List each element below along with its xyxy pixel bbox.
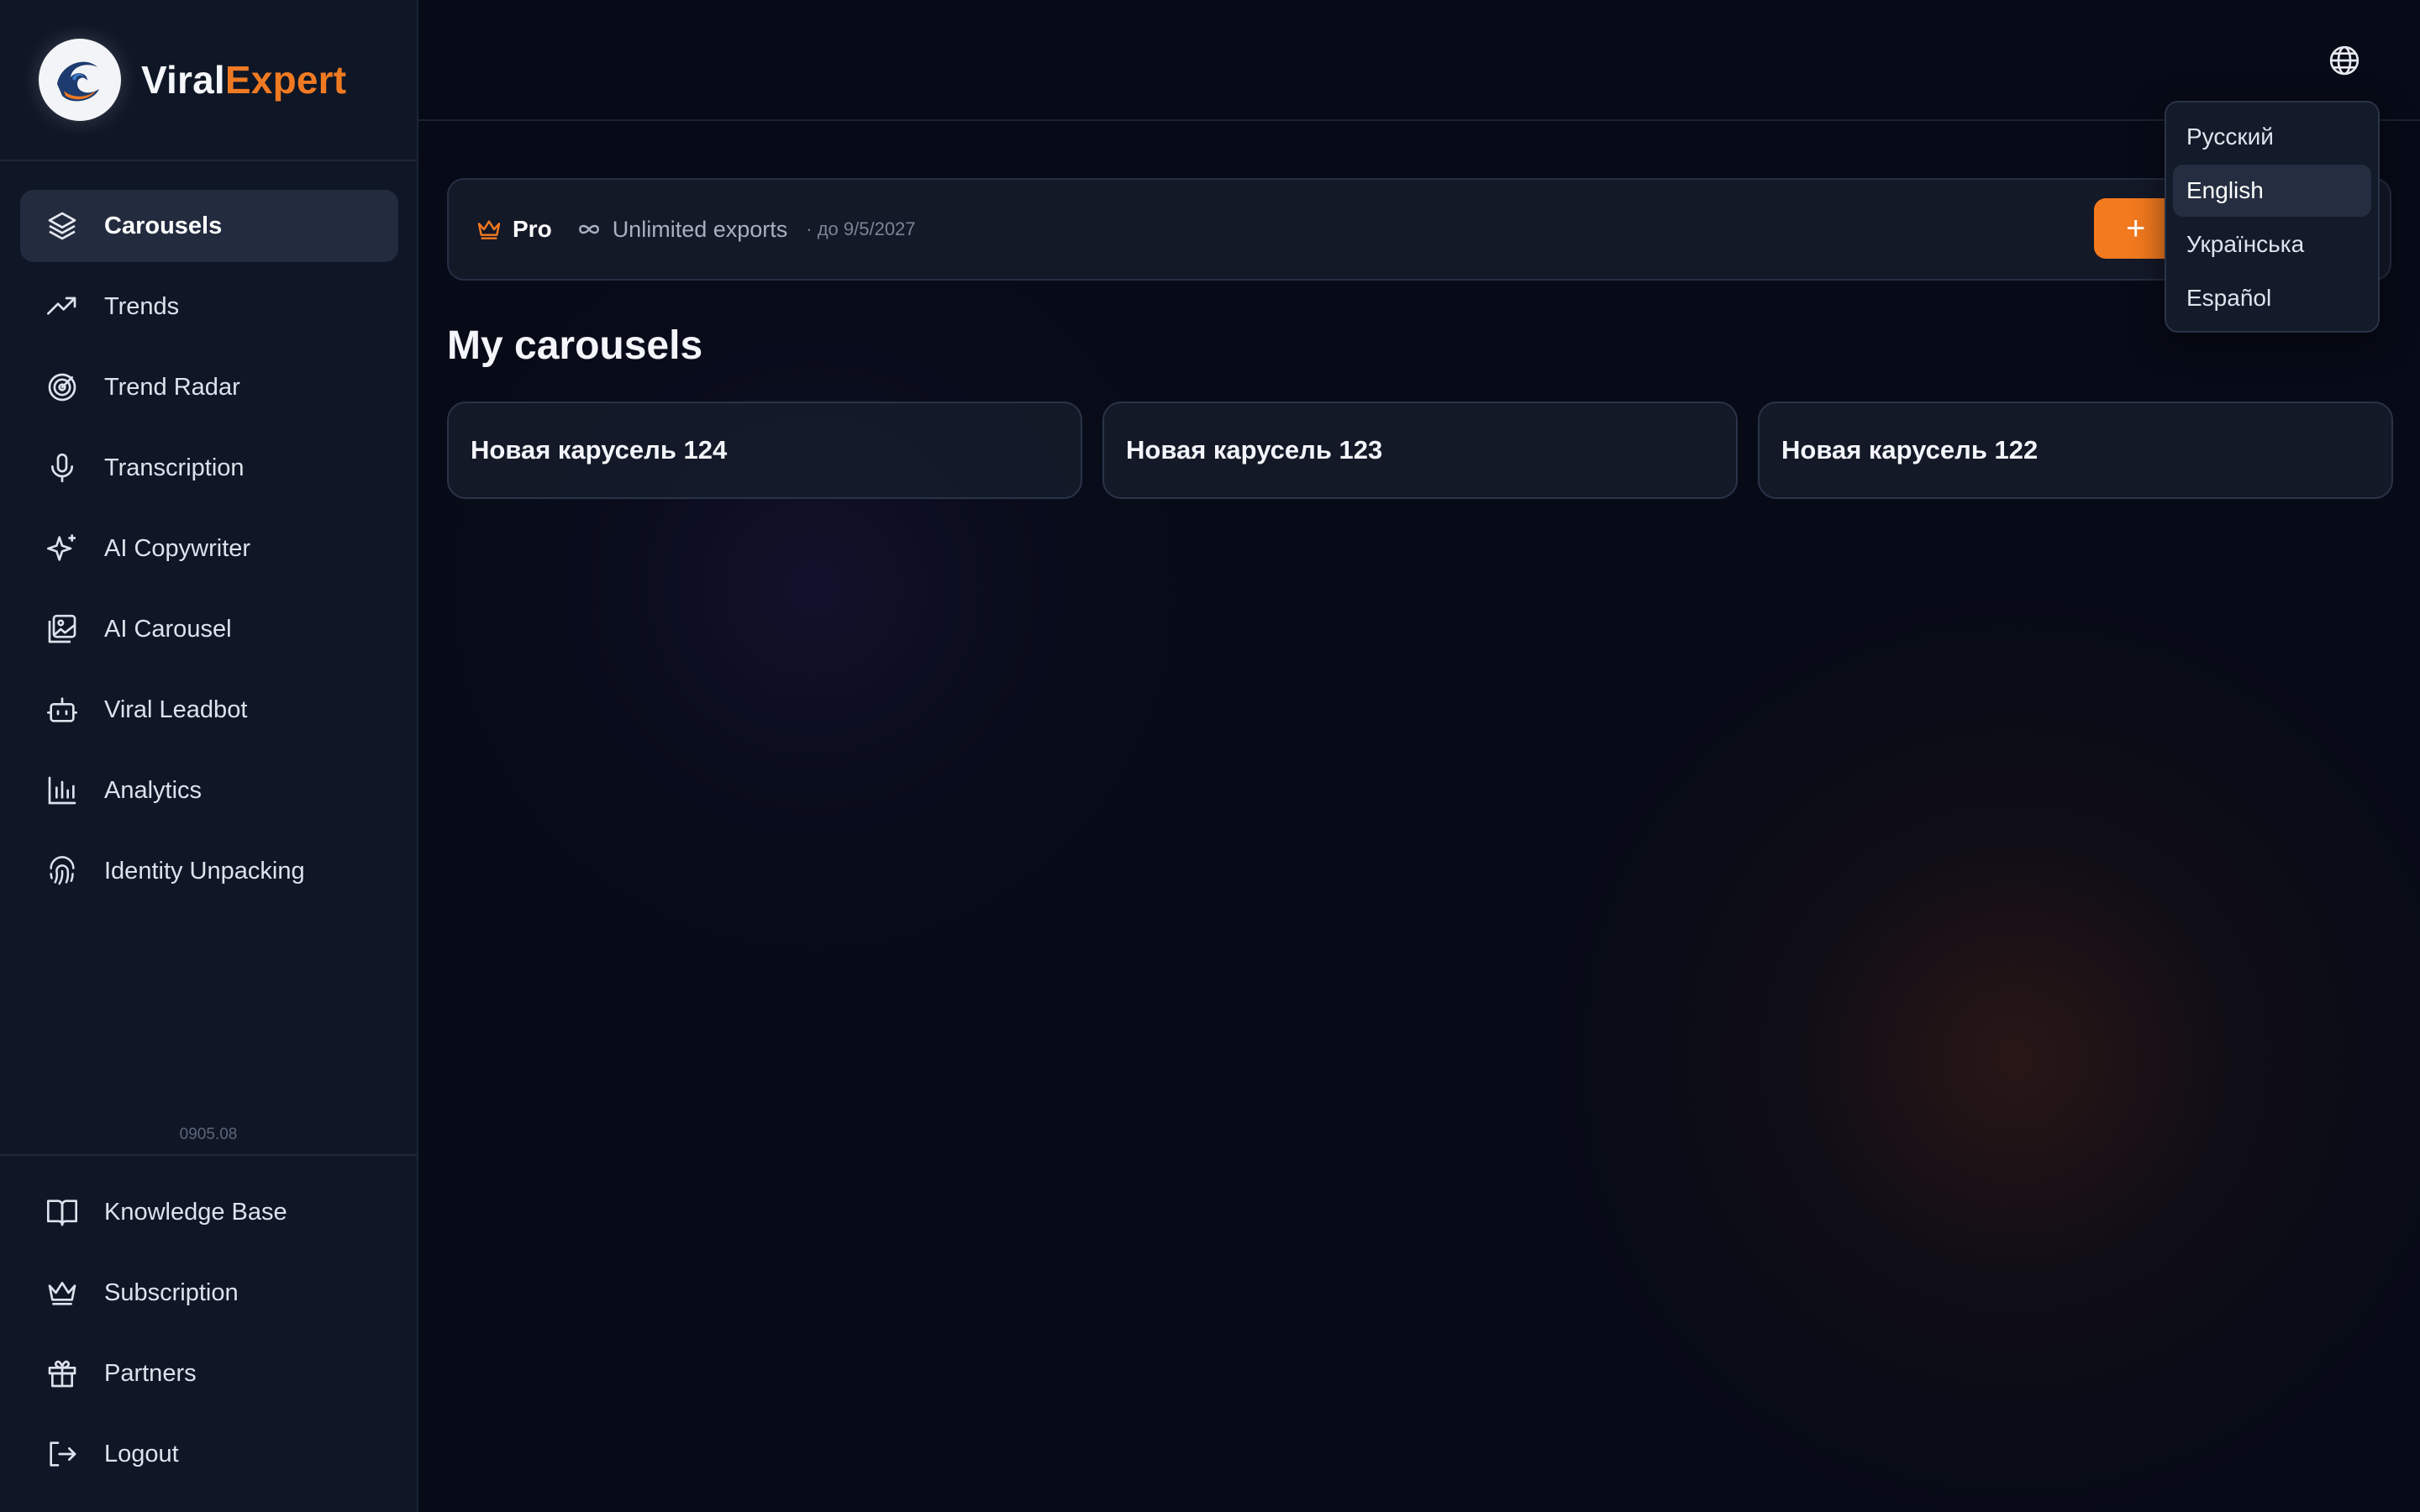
- logo: [39, 39, 121, 121]
- sidebar-item-label: Partners: [104, 1359, 197, 1387]
- sidebar-item-label: Identity Unpacking: [104, 857, 305, 885]
- sidebar: ViralExpert Carousels Trends Trend Radar…: [0, 0, 418, 1512]
- fingerprint-icon: [50, 856, 75, 885]
- logout-icon: [50, 1441, 76, 1467]
- divider: [0, 1154, 417, 1156]
- bar-chart-icon: [48, 776, 76, 805]
- plan-expiry: · до 9/5/2027: [806, 218, 916, 239]
- sparkles-icon: [47, 534, 76, 561]
- brand-name-part2: Expert: [224, 58, 347, 102]
- plan-feature: Unlimited exports: [612, 216, 788, 242]
- gift-icon: [48, 1360, 76, 1388]
- carousel-card-title: Новая карусель 122: [1781, 435, 2039, 465]
- sidebar-item-label: Carousels: [104, 212, 223, 239]
- sidebar-bottom-nav: Knowledge Base Subscription Partners Log…: [20, 1176, 398, 1499]
- sidebar-item-label: Subscription: [104, 1278, 239, 1306]
- sidebar-item-viral-leadbot[interactable]: Viral Leadbot: [20, 674, 398, 746]
- language-option-russian[interactable]: Русский: [2173, 111, 2371, 163]
- crown-icon: [477, 220, 501, 239]
- bot-icon: [47, 697, 77, 722]
- crown-icon: [48, 1282, 76, 1305]
- brand[interactable]: ViralExpert: [0, 0, 417, 161]
- microphone-icon: [51, 453, 73, 483]
- sidebar-item-label: Analytics: [104, 776, 203, 804]
- brand-name: ViralExpert: [141, 57, 346, 102]
- page-title: My carousels: [447, 323, 703, 368]
- radar-icon: [48, 373, 76, 402]
- images-icon: [48, 614, 76, 643]
- plan-name: Pro: [513, 216, 552, 242]
- sidebar-item-identity-unpacking[interactable]: Identity Unpacking: [20, 835, 398, 907]
- brand-name-part1: Viral: [141, 58, 225, 102]
- trending-up-icon: [47, 297, 76, 315]
- language-option-spanish[interactable]: Español: [2173, 272, 2371, 324]
- sidebar-item-partners[interactable]: Partners: [20, 1337, 398, 1410]
- sidebar-item-label: Logout: [104, 1440, 179, 1467]
- sidebar-item-logout[interactable]: Logout: [20, 1418, 398, 1490]
- sidebar-item-label: AI Carousel: [104, 615, 232, 643]
- language-option-ukrainian[interactable]: Українська: [2173, 218, 2371, 270]
- sidebar-item-label: Trends: [104, 292, 180, 320]
- wave-logo-icon: [51, 51, 108, 108]
- sidebar-item-subscription[interactable]: Subscription: [20, 1257, 398, 1329]
- book-icon: [47, 1200, 77, 1226]
- layers-icon: [48, 212, 76, 240]
- top-bar: [418, 0, 2420, 121]
- sidebar-item-knowledge-base[interactable]: Knowledge Base: [20, 1176, 398, 1248]
- sidebar-item-trends[interactable]: Trends: [20, 270, 398, 343]
- sidebar-item-ai-carousel[interactable]: AI Carousel: [20, 593, 398, 665]
- sidebar-nav: Carousels Trends Trend Radar Transcripti…: [20, 190, 398, 916]
- app-version: 0905.08: [179, 1126, 238, 1143]
- carousel-card[interactable]: Новая карусель 122: [1758, 402, 2393, 499]
- sidebar-item-ai-copywriter[interactable]: AI Copywriter: [20, 512, 398, 585]
- language-option-english[interactable]: English: [2173, 165, 2371, 217]
- sidebar-item-label: Transcription: [104, 454, 245, 481]
- carousel-card-title: Новая карусель 124: [471, 435, 728, 465]
- sidebar-item-label: AI Copywriter: [104, 534, 251, 562]
- sidebar-item-label: Trend Radar: [104, 373, 240, 401]
- sidebar-item-carousels[interactable]: Carousels: [20, 190, 398, 262]
- language-menu: Русский English Українська Español: [2165, 101, 2380, 333]
- sidebar-item-transcription[interactable]: Transcription: [20, 432, 398, 504]
- sidebar-item-analytics[interactable]: Analytics: [20, 754, 398, 827]
- plus-icon: +: [2126, 209, 2146, 247]
- carousel-card-title: Новая карусель 123: [1126, 435, 1383, 465]
- carousel-card[interactable]: Новая карусель 124: [447, 402, 1082, 499]
- infinity-icon: [578, 224, 599, 234]
- app-window: ViralExpert Carousels Trends Trend Radar…: [0, 0, 2420, 1512]
- globe-icon[interactable]: [2328, 44, 2361, 77]
- sidebar-item-label: Knowledge Base: [104, 1198, 287, 1226]
- carousel-card[interactable]: Новая карусель 123: [1102, 402, 1738, 499]
- carousel-list: Новая карусель 124 Новая карусель 123 Но…: [447, 402, 2393, 499]
- sidebar-item-label: Viral Leadbot: [104, 696, 248, 723]
- sidebar-item-trend-radar[interactable]: Trend Radar: [20, 351, 398, 423]
